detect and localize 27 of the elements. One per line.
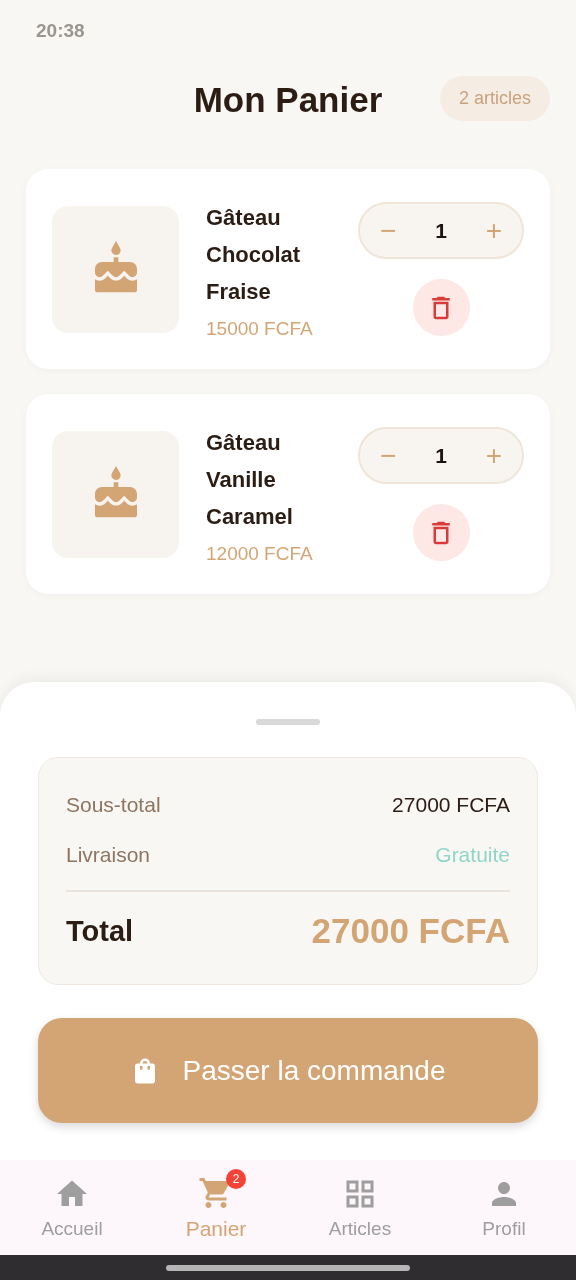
page-title: Mon Panier (193, 80, 383, 120)
total-label: Total (66, 914, 134, 948)
drag-handle[interactable] (256, 719, 320, 725)
total-value: 27000 FCFA (311, 911, 510, 951)
product-price: 12000 FCFA (206, 542, 314, 565)
nav-tab[interactable]: 2 Panier (144, 1160, 288, 1255)
decrease-button[interactable]: − (374, 439, 403, 472)
summary-label: Livraison (66, 843, 151, 867)
summary-value: Gratuite (435, 843, 510, 867)
cart-count-badge: 2 (226, 1168, 246, 1189)
item-count-badge: 2 articles (439, 76, 550, 121)
checkout-button[interactable]: Passer la commande (38, 1018, 538, 1123)
nav-tab[interactable]: Profil (432, 1160, 576, 1255)
home-indicator[interactable] (166, 1264, 410, 1271)
nav-tab[interactable]: Articles (288, 1160, 432, 1255)
quantity-value: 1 (435, 218, 447, 243)
product-name: Gâteau Chocolat Fraise (206, 203, 302, 306)
nav-tab[interactable]: Accueil (0, 1160, 144, 1255)
decrease-button[interactable]: − (374, 214, 403, 247)
summary-value: 27000 FCFA (392, 793, 510, 817)
summary-label: Sous-total (66, 793, 161, 817)
status-time: 20:38 (36, 20, 85, 42)
product-price: 15000 FCFA (206, 317, 314, 340)
increase-button[interactable]: + (479, 439, 508, 472)
increase-button[interactable]: + (479, 214, 508, 247)
quantity-value: 1 (435, 443, 447, 468)
product-name: Gâteau Vanille Caramel (206, 428, 294, 531)
